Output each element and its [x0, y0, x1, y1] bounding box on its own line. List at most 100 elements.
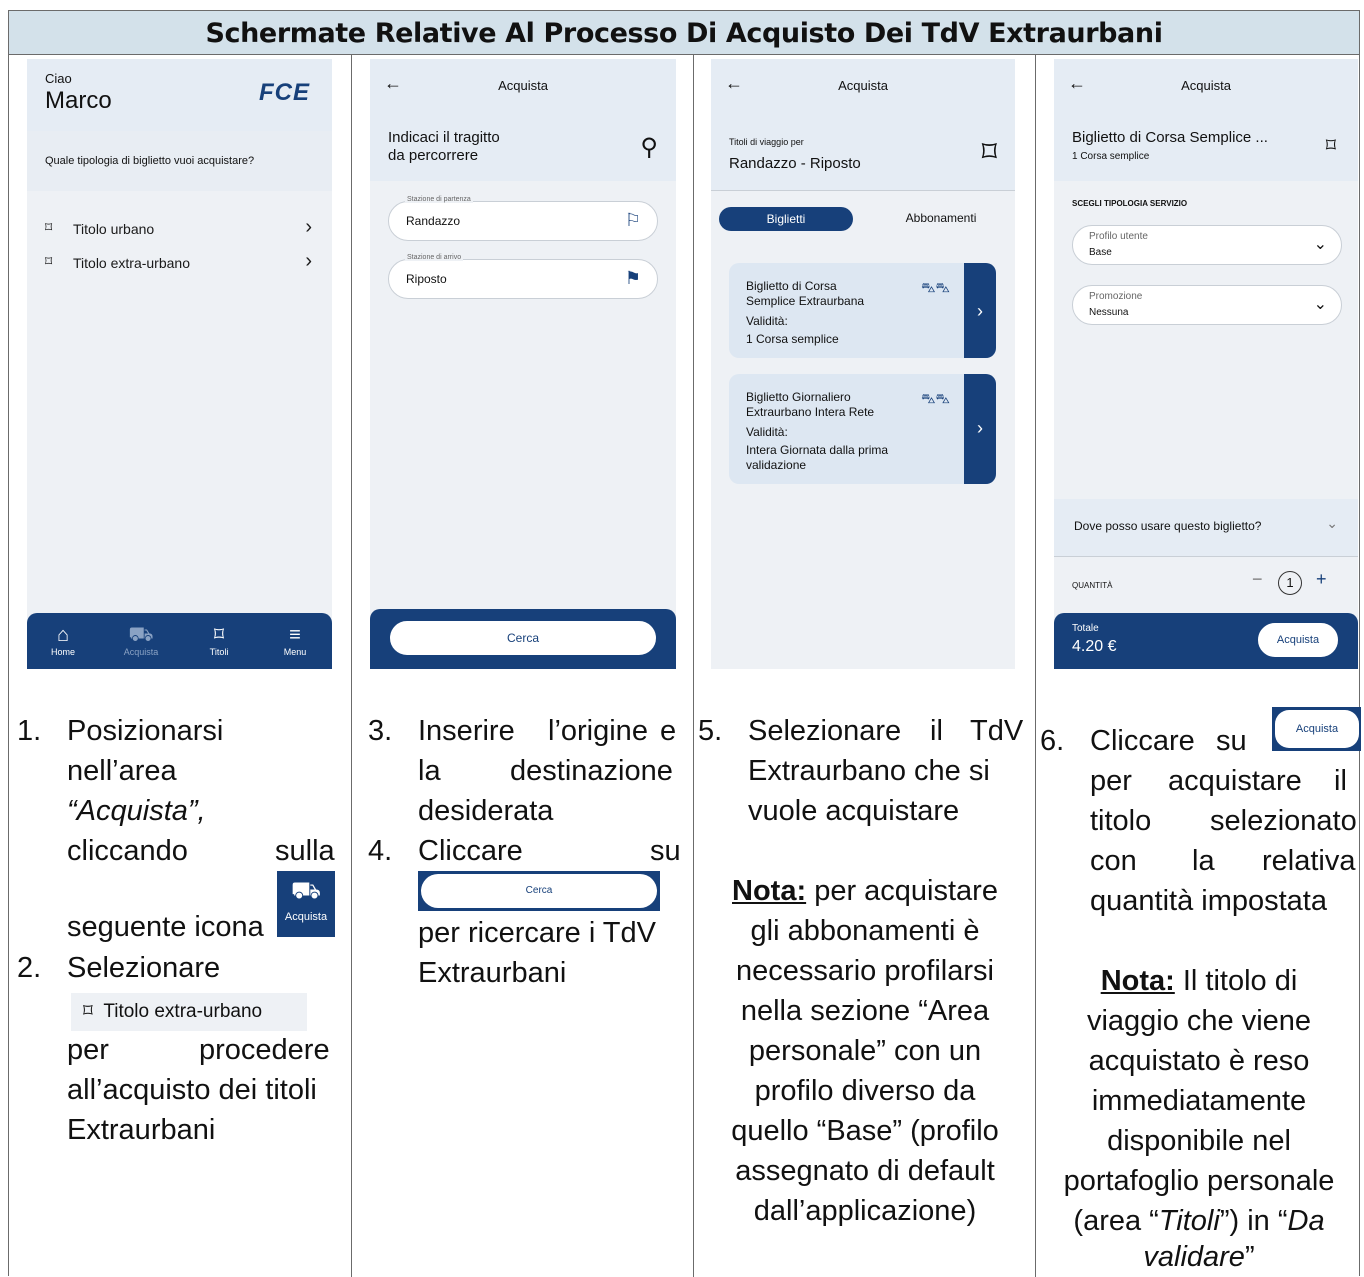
- step-text: il: [930, 715, 943, 747]
- step-text: procedere: [199, 1034, 330, 1066]
- note-line: Nota: Il titolo di: [1100, 965, 1298, 997]
- step-text: e: [660, 715, 677, 747]
- arrival-field[interactable]: Stazione di arrivo Riposto ⚑: [388, 254, 658, 299]
- page-title: Schermate Relative Al Processo Di Acquis…: [9, 11, 1359, 55]
- ticket-icon: ⌑: [83, 1001, 93, 1022]
- nav-acquista[interactable]: ⛟ Acquista: [111, 623, 171, 657]
- ticket-icon: ⌑: [1325, 135, 1336, 157]
- tab-abbonamenti[interactable]: Abbonamenti: [881, 211, 1001, 225]
- promo-select[interactable]: Promozione Nessuna ⌄: [1072, 285, 1342, 325]
- column-1: Ciao Marco FCE Quale tipologia di biglie…: [9, 55, 351, 1277]
- total-price: 4.20 €: [1072, 638, 1117, 655]
- note-line: assegnato di default: [735, 1155, 995, 1187]
- step-text: desiderata: [418, 795, 554, 827]
- screen-ticket-options: ← Acquista Biglietto di Corsa Semplice .…: [1054, 59, 1358, 669]
- flag-outline-icon: ⚐: [624, 210, 641, 230]
- question-band: Quale tipologia di biglietto vuoi acquis…: [27, 131, 332, 191]
- acquista-cart-icon: ⛟ Acquista: [277, 871, 335, 937]
- step-text: Selezionare: [67, 952, 221, 984]
- step-number: 1.: [17, 715, 42, 747]
- home-header: Ciao Marco FCE: [27, 59, 332, 131]
- cart-icon: ⛟: [128, 624, 154, 646]
- profile-select[interactable]: Profilo utente Base ⌄: [1072, 225, 1342, 265]
- step-text: destinazione: [510, 755, 673, 787]
- step-text: vuole acquistare: [748, 795, 960, 827]
- screen-search: ← Acquista Indicaci il tragitto da perco…: [370, 59, 676, 669]
- nav-titoli[interactable]: ⌑ Titoli: [189, 623, 249, 657]
- note-line: quello “Base” (profilo: [731, 1115, 999, 1147]
- home-icon: ⌂: [56, 624, 70, 646]
- tab-biglietti[interactable]: Biglietti: [719, 207, 853, 231]
- step-text: quantità impostata: [1090, 885, 1327, 917]
- route-summary: Titoli di viaggio per Randazzo - Riposto…: [711, 111, 1015, 191]
- plus-icon[interactable]: +: [1316, 569, 1327, 590]
- step-number: 6.: [1040, 725, 1065, 757]
- quantity-label: QUANTITÀ: [1072, 581, 1113, 590]
- chevron-down-icon: ⌄: [1313, 296, 1327, 313]
- column-4: ← Acquista Biglietto di Corsa Semplice .…: [1035, 55, 1361, 1277]
- user-name: Marco: [45, 87, 112, 114]
- step-text: per ricercare i TdV: [418, 917, 656, 949]
- search-footer: Cerca: [370, 609, 676, 669]
- note-line: validare”: [1143, 1241, 1255, 1273]
- screen-home: Ciao Marco FCE Quale tipologia di biglie…: [27, 59, 332, 669]
- step-text: cliccando: [67, 835, 188, 867]
- note-line: immediatamente: [1091, 1085, 1307, 1117]
- screen-header: ← Acquista: [370, 59, 676, 111]
- step-text: sulla: [275, 835, 335, 867]
- search-icon[interactable]: ⚲: [640, 133, 658, 162]
- step-text: Selezionare: [748, 715, 902, 747]
- minus-icon[interactable]: −: [1252, 569, 1263, 590]
- step-text: su: [650, 835, 681, 867]
- step-text: su: [1216, 725, 1247, 757]
- acquista-button-preview: Acquista: [1272, 707, 1361, 751]
- step-text: titolo: [1090, 805, 1152, 837]
- acquista-button[interactable]: Acquista: [1256, 621, 1340, 659]
- ticket-card[interactable]: Biglietto di Corsa Semplice Extraurbana …: [729, 263, 996, 358]
- step-text: “Acquista”,: [67, 795, 206, 827]
- step-number: 4.: [368, 835, 393, 867]
- faq-row[interactable]: Dove posso usare questo biglietto? ⌄: [1054, 499, 1358, 557]
- nav-menu[interactable]: ≡ Menu: [265, 623, 325, 657]
- departure-field[interactable]: Stazione di partenza Randazzo ⚐: [388, 196, 658, 241]
- question-text: Quale tipologia di biglietto vuoi acquis…: [45, 155, 255, 167]
- flag-filled-icon: ⚑: [624, 268, 641, 288]
- nav-home[interactable]: ⌂ Home: [33, 623, 93, 657]
- screen-title: Acquista: [838, 78, 888, 93]
- ticket-icon: ⌑: [981, 136, 997, 169]
- column-2: ← Acquista Indicaci il tragitto da perco…: [351, 55, 693, 1277]
- screen-title: Acquista: [1181, 78, 1231, 93]
- note-line: portafoglio personale: [1063, 1165, 1335, 1197]
- step-text: l’origine: [548, 715, 648, 747]
- step-text: Extraurbani: [67, 1114, 216, 1146]
- screen-header: ← Acquista: [1054, 59, 1358, 111]
- screen-results: ← Acquista Titoli di viaggio per Randazz…: [711, 59, 1015, 669]
- titolo-extra-urbano-chip: ⌑ Titolo extra-urbano: [71, 993, 307, 1031]
- note-line: dall’applicazione): [753, 1195, 977, 1227]
- step-text: per: [67, 1034, 109, 1066]
- ticket-card[interactable]: Biglietto Giornaliero Extraurbano Intera…: [729, 374, 996, 484]
- step-text: relativa: [1262, 845, 1356, 877]
- quantity-value: 1: [1278, 571, 1302, 595]
- step-text: con: [1090, 845, 1137, 877]
- ticket-summary: Biglietto di Corsa Semplice ... 1 Corsa …: [1054, 111, 1358, 181]
- note-line: Nota: per acquistare: [732, 875, 998, 907]
- step-text: nell’area: [67, 755, 177, 787]
- route-prompt: Indicaci il tragitto da percorrere ⚲: [370, 111, 676, 181]
- chevron-right-icon: ›: [964, 263, 996, 358]
- step-text: Extraurbani: [418, 957, 567, 989]
- bus-icon: ⛍⛍: [921, 279, 950, 295]
- ticket-icon: ⌑: [213, 624, 225, 646]
- note-line: nella sezione “Area: [740, 995, 990, 1027]
- step-text: TdV: [970, 715, 1024, 747]
- step-number: 2.: [17, 952, 42, 984]
- note-line: acquistato è reso: [1088, 1045, 1310, 1077]
- menu-icon: ≡: [289, 624, 301, 646]
- step-text: Cliccare: [1090, 725, 1195, 757]
- step-text: all’acquisto dei titoli: [67, 1074, 317, 1106]
- greeting: Ciao: [45, 71, 72, 86]
- chevron-right-icon: ›: [964, 374, 996, 484]
- note-line: viaggio che viene: [1086, 1005, 1312, 1037]
- cerca-button[interactable]: Cerca: [388, 619, 658, 657]
- bottom-nav: ⌂ Home ⛟ Acquista ⌑ Titoli ≡ Menu: [27, 613, 332, 669]
